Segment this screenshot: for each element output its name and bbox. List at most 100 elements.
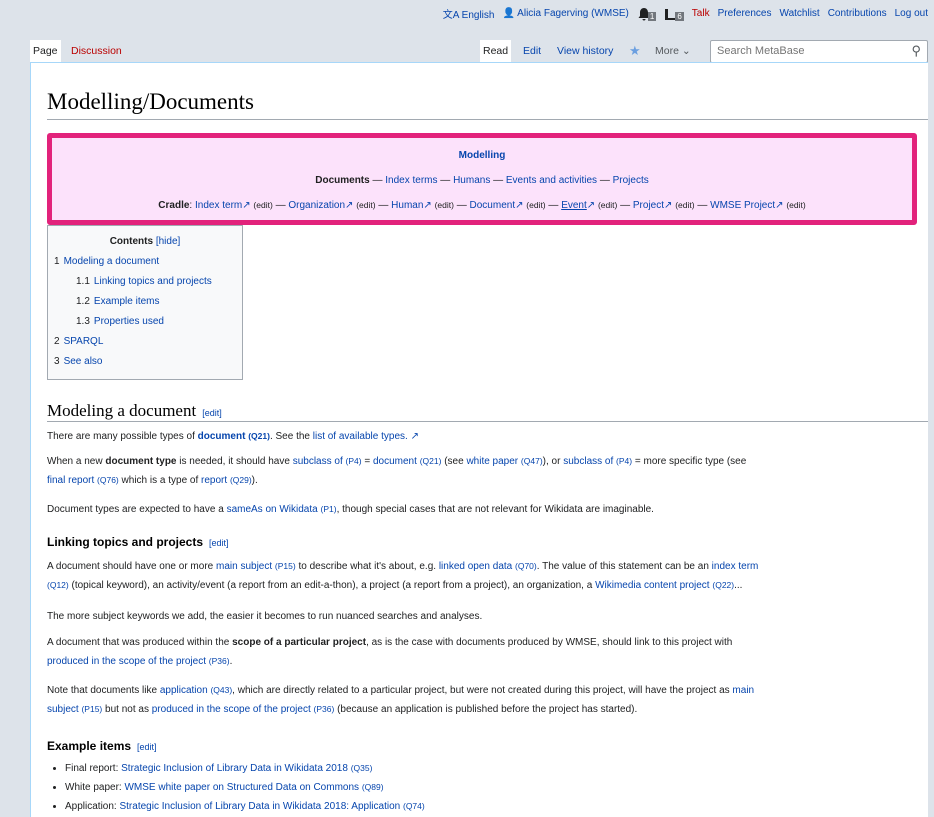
item-link[interactable]: white paper — [466, 456, 518, 467]
property-link[interactable]: main subject — [216, 561, 272, 572]
paragraph: A document should have one or more main … — [47, 561, 759, 591]
property-link[interactable]: produced in the scope of the project — [152, 704, 311, 715]
navbox-link-projects[interactable]: Projects — [613, 175, 649, 186]
navbox-current: Documents — [315, 175, 370, 186]
cradle-link-organization[interactable]: Organization — [288, 200, 345, 211]
search-icon[interactable]: ⚲ — [911, 43, 921, 59]
tab-edit[interactable]: Edit — [520, 40, 544, 62]
preferences-link[interactable]: Preferences — [718, 8, 772, 19]
example-link[interactable]: Strategic Inclusion of Library Data in W… — [119, 801, 400, 812]
watchlist-link[interactable]: Watchlist — [780, 8, 820, 19]
chevron-down-icon: ⌄ — [681, 45, 691, 57]
cradle-link-project[interactable]: Project — [633, 200, 664, 211]
tab-discussion[interactable]: Discussion — [68, 40, 125, 62]
property-link[interactable]: subject — [47, 704, 79, 715]
notices-button[interactable]: 6 — [664, 7, 684, 21]
external-link-icon: ↗ — [515, 200, 524, 211]
toc-item[interactable]: 1 Modeling a document — [54, 256, 159, 267]
navbox-link-humans[interactable]: Humans — [453, 175, 490, 186]
external-link-icon: ↗ — [423, 200, 432, 211]
toc-item[interactable]: 1.1 Linking topics and projects — [76, 276, 212, 287]
title-divider — [47, 119, 928, 120]
toc-item[interactable]: 1.2 Example items — [76, 296, 159, 307]
search-box: ⚲ — [710, 40, 928, 63]
user-icon: 👤 — [502, 8, 515, 19]
item-link[interactable]: Wikimedia content project — [595, 580, 710, 591]
more-menu[interactable]: More ⌄ — [652, 40, 694, 62]
navbox-heading[interactable]: Modelling — [459, 150, 506, 161]
more-label: More — [655, 45, 679, 57]
tab-read[interactable]: Read — [480, 40, 512, 62]
section-heading-linking: Linking topics and projects [edit] — [47, 535, 229, 549]
navbox-row-pages: Documents — Index terms — Humans — Event… — [315, 175, 649, 186]
section-edit-link[interactable]: [edit] — [137, 742, 157, 752]
item-link[interactable]: document — [373, 456, 417, 467]
external-link-icon: ↗ — [345, 200, 354, 211]
cradle-edit-link[interactable]: (edit) — [253, 200, 272, 210]
contributions-link[interactable]: Contributions — [828, 8, 887, 19]
tab-page[interactable]: Page — [30, 40, 61, 62]
alerts-button[interactable]: 1 — [637, 7, 657, 21]
list-item: White paper: WMSE white paper on Structu… — [65, 778, 925, 797]
translate-icon: 文A — [442, 10, 459, 21]
cradle-link-index-term[interactable]: Index term — [195, 200, 242, 211]
content-area: Modelling/Documents Modelling Documents … — [30, 62, 928, 817]
talk-link[interactable]: Talk — [692, 8, 710, 19]
toc-hide-toggle[interactable]: [hide] — [156, 236, 180, 247]
types-link[interactable]: list of available types. — [313, 431, 408, 442]
navbox-link-index-terms[interactable]: Index terms — [385, 175, 437, 186]
document-link[interactable]: document — [198, 431, 246, 442]
cradle-link-event[interactable]: Event — [561, 200, 587, 211]
left-sidebar-background — [0, 0, 30, 817]
list-item: Application: Strategic Inclusion of Libr… — [65, 797, 925, 816]
language-selector[interactable]: 文A English — [443, 6, 495, 21]
page-title: Modelling/Documents — [47, 89, 254, 114]
cradle-edit-link[interactable]: (edit) — [526, 200, 545, 210]
cradle-edit-link[interactable]: (edit) — [356, 200, 375, 210]
item-link[interactable]: index term — [712, 561, 759, 572]
section-edit-link[interactable]: [edit] — [202, 408, 222, 418]
external-link-icon: ↗ — [242, 200, 251, 211]
paragraph: There are many possible types of documen… — [47, 431, 419, 442]
cradle-link-human[interactable]: Human — [391, 200, 423, 211]
logout-link[interactable]: Log out — [895, 8, 928, 19]
page-tabs: Page Discussion Read Edit View history ★… — [30, 40, 928, 63]
item-link[interactable]: linked open data — [439, 561, 512, 572]
property-link[interactable]: main — [732, 685, 754, 696]
modelling-navbox: Modelling Documents — Index terms — Huma… — [47, 133, 917, 225]
item-link[interactable]: application — [160, 685, 208, 696]
user-page-link[interactable]: 👤 Alicia Fagerving (WMSE) — [502, 8, 628, 19]
external-link-icon: ↗ — [410, 431, 419, 442]
cradle-edit-link[interactable]: (edit) — [435, 200, 454, 210]
cradle-link-document[interactable]: Document — [470, 200, 516, 211]
toc-item[interactable]: 1.3 Properties used — [76, 316, 164, 327]
cradle-edit-link[interactable]: (edit) — [598, 200, 617, 210]
search-input[interactable] — [711, 41, 897, 60]
cradle-link-wmse-project[interactable]: WMSE Project — [710, 200, 775, 211]
toc-item[interactable]: 3 See also — [54, 356, 102, 367]
paragraph: When a new document type is needed, it s… — [47, 456, 747, 486]
example-link[interactable]: Strategic Inclusion of Library Data in W… — [121, 763, 348, 774]
toc-title: Contents — [109, 236, 154, 247]
paragraph: Note that documents like application (Q4… — [47, 685, 755, 715]
cradle-edit-link[interactable]: (edit) — [786, 200, 805, 210]
tab-view-history[interactable]: View history — [554, 40, 616, 62]
notices-count-badge: 6 — [675, 11, 684, 21]
alerts-count-badge: 1 — [647, 11, 657, 21]
item-link[interactable]: report — [201, 475, 227, 486]
example-link[interactable]: WMSE white paper on Structured Data on C… — [124, 782, 359, 793]
personal-tools: 文A English 👤 Alicia Fagerving (WMSE) 1 6… — [443, 6, 928, 21]
section-divider — [47, 421, 928, 422]
navbox-link-events[interactable]: Events and activities — [506, 175, 597, 186]
property-link[interactable]: sameAs on Wikidata — [227, 504, 318, 515]
watch-star-icon[interactable]: ★ — [626, 40, 644, 62]
property-link[interactable]: subclass of — [293, 456, 343, 467]
toc-item[interactable]: 2 SPARQL — [54, 336, 103, 347]
list-item: Final report: Strategic Inclusion of Lib… — [65, 759, 925, 778]
navbox-row-cradle: Cradle: Index term↗ (edit) — Organizatio… — [158, 200, 806, 211]
property-link[interactable]: subclass of — [563, 456, 613, 467]
property-link[interactable]: produced in the scope of the project — [47, 656, 206, 667]
cradle-edit-link[interactable]: (edit) — [675, 200, 694, 210]
section-edit-link[interactable]: [edit] — [209, 538, 229, 548]
item-link[interactable]: final report — [47, 475, 94, 486]
